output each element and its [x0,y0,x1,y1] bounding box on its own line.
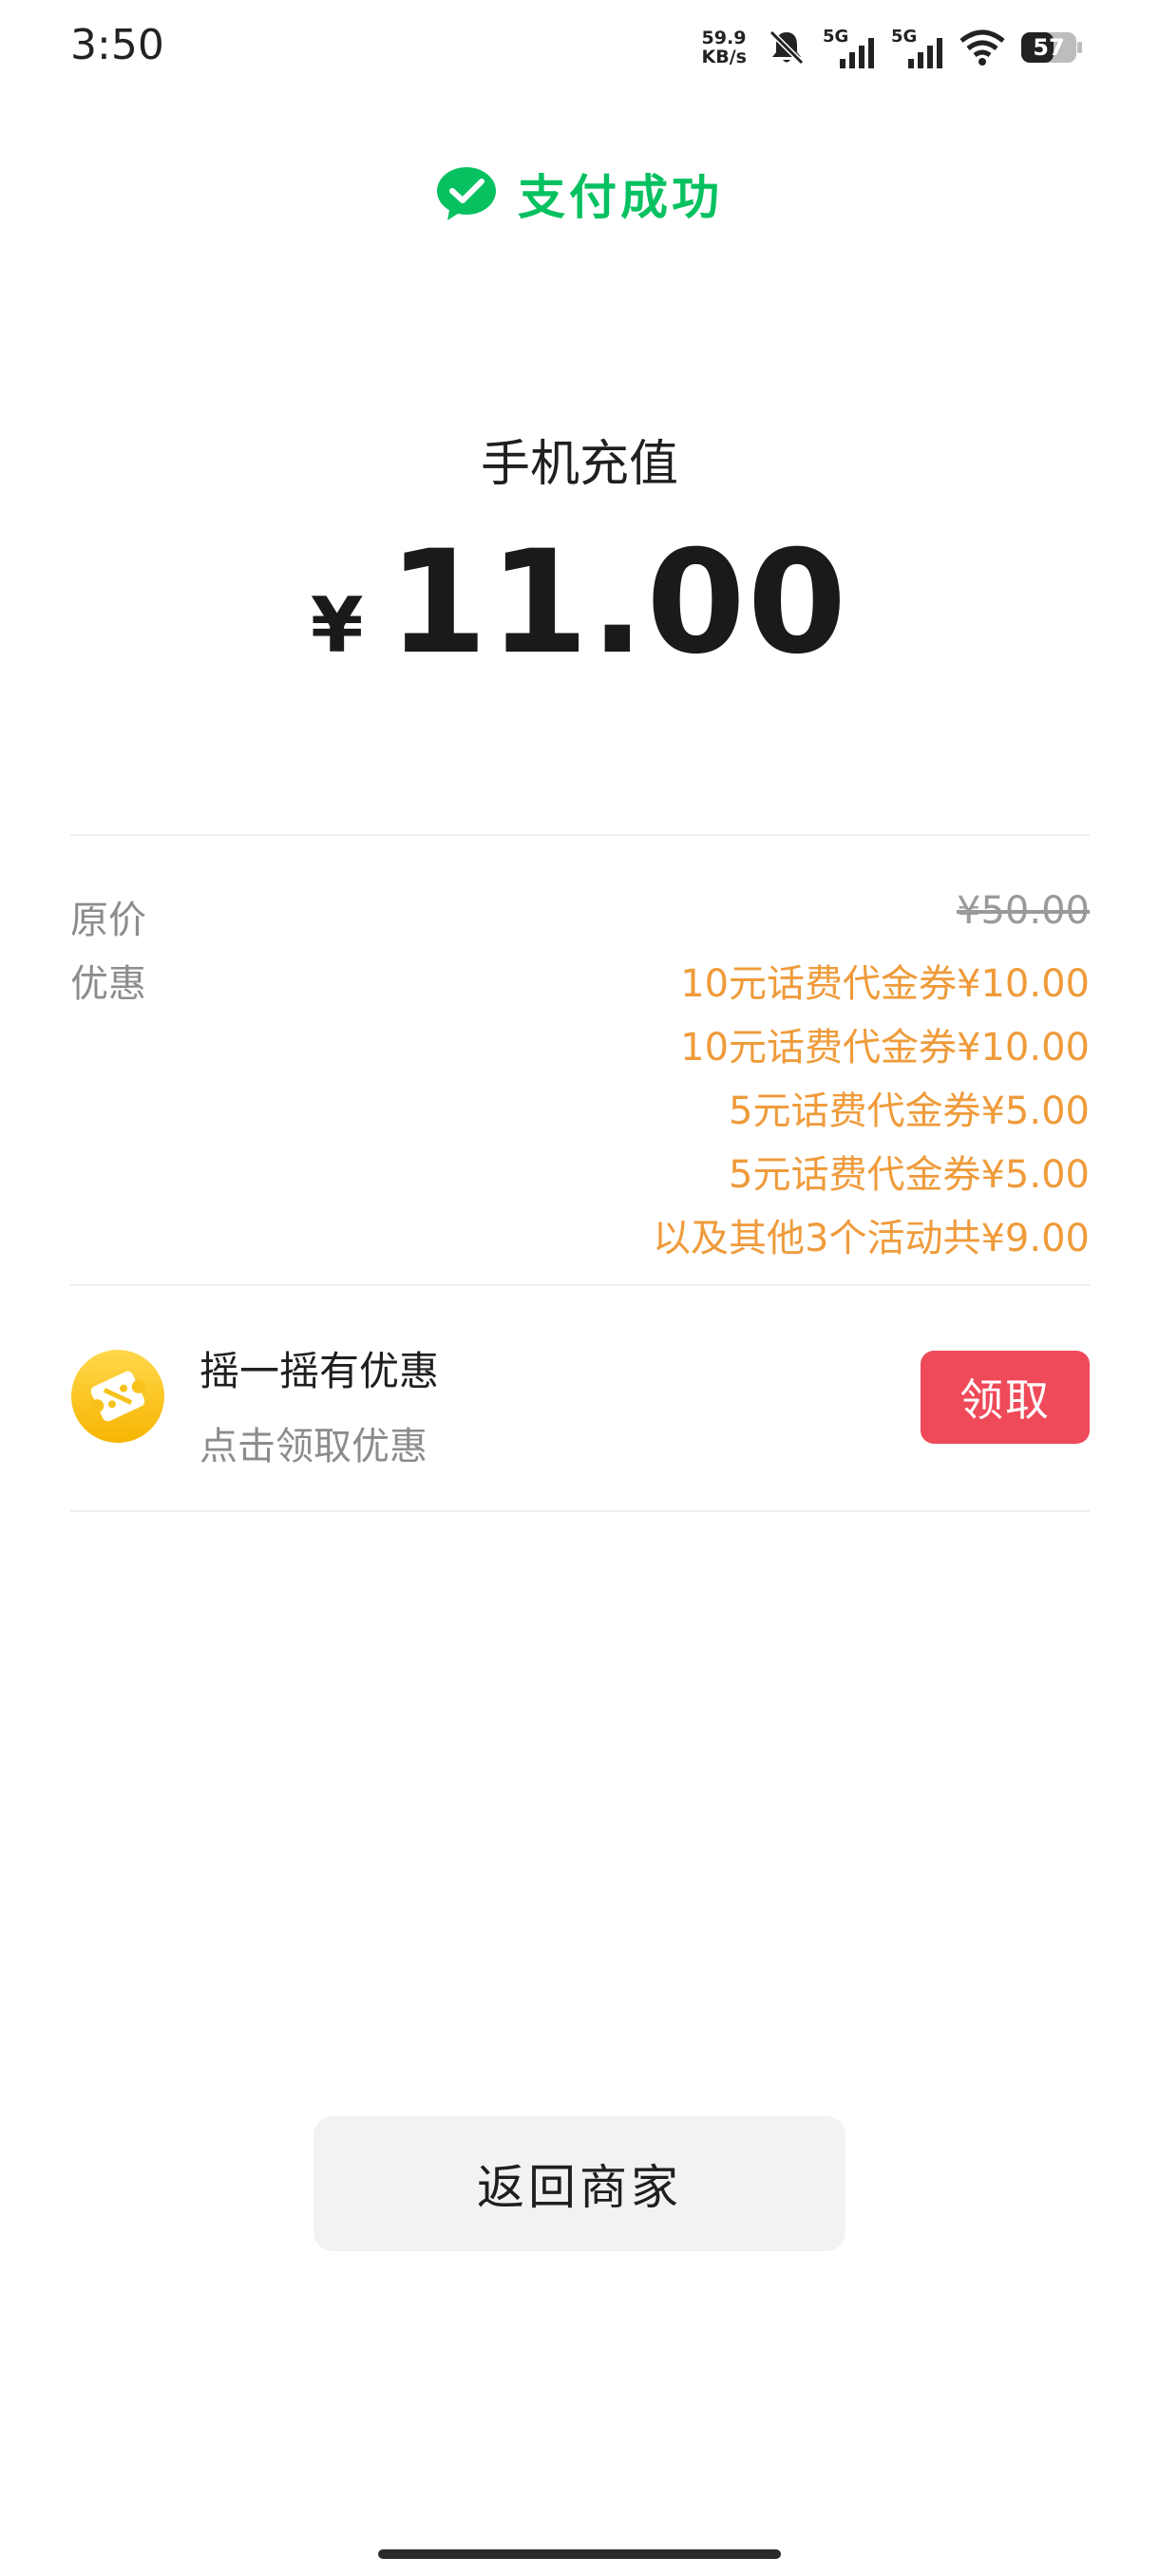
discount-row: 5元话费代金券¥5.00 [70,1080,1090,1135]
battery-level: 57 [1033,34,1065,61]
wifi-icon [960,29,1005,66]
discount-row: 5元话费代金券¥5.00 [70,1144,1090,1199]
network-speed-value: 59.9 [701,28,747,48]
discount-label: 优惠 [70,962,146,1006]
divider [70,1510,1090,1512]
success-header: 支付成功 [0,160,1159,228]
battery-icon: 57 [1020,31,1083,64]
discount-row: 优惠 10元话费代金券¥10.00 [70,953,1090,1008]
payment-success-page: 3:50 59.9 KB/s 5G 5G 57 支付成功 手机充值 ¥ 11.0… [0,0,1159,2576]
discount-item: 10元话费代金券¥10.00 [680,1026,1090,1070]
divider [70,834,1090,836]
discount-item: 以及其他3个活动共¥9.00 [653,1217,1090,1260]
status-icons: 59.9 KB/s 5G 5G 57 [702,21,1083,74]
payment-amount: ¥ 11.00 [0,521,1159,686]
success-title: 支付成功 [518,170,723,225]
original-price-label: 原价 [70,899,146,942]
home-indicator[interactable] [378,2549,781,2559]
coupon-icon [70,1349,165,1444]
discount-item: 5元话费代金券¥5.00 [729,1089,1090,1133]
status-time: 3:50 [70,21,164,69]
return-to-merchant-button[interactable]: 返回商家 [314,2116,846,2251]
merchant-name: 手机充值 [480,436,678,493]
amount-value: 11.00 [388,521,849,686]
network-speed-unit: KB/s [701,47,747,67]
divider [70,1284,1090,1286]
claim-button[interactable]: 领取 [921,1351,1090,1444]
discount-item: 5元话费代金券¥5.00 [729,1153,1090,1197]
promo-subtitle: 点击领取优惠 [200,1425,428,1468]
signal-icon: 5G [823,27,876,68]
discount-item: 10元话费代金券¥10.00 [680,962,1090,1006]
status-bar: 3:50 59.9 KB/s 5G 5G 57 [0,0,1159,99]
discount-row: 以及其他3个活动共¥9.00 [70,1207,1090,1262]
shake-promo[interactable]: 摇一摇有优惠 点击领取优惠 领取 [70,1301,1090,1482]
signal-icon: 5G [891,27,944,68]
discount-row: 10元话费代金券¥10.00 [70,1016,1090,1071]
wechat-pay-icon [436,166,497,221]
promo-title: 摇一摇有优惠 [200,1348,440,1394]
original-price-value: ¥50.00 [957,889,1090,933]
bell-muted-icon [766,27,808,68]
amount-currency: ¥ [310,581,364,670]
network-speed: 59.9 KB/s [702,28,747,66]
original-price-row: 原价 ¥50.00 [70,889,1090,944]
